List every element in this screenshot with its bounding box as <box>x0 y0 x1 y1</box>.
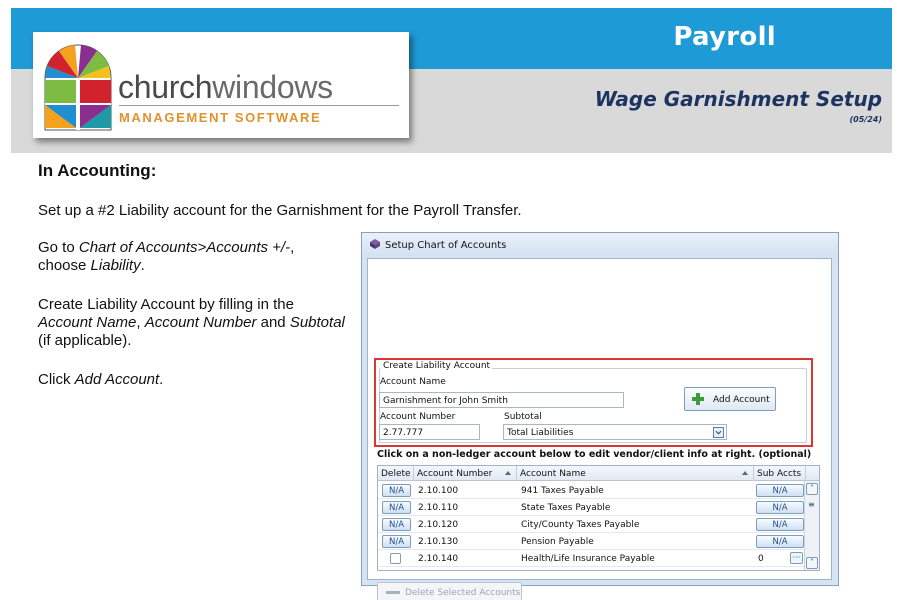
subtotal-value: Total Liabilities <box>507 428 574 438</box>
sort-ascending-icon <box>505 471 511 475</box>
step-go-to-chart: Go to Chart of Accounts>Accounts +/-, cho… <box>38 239 295 274</box>
add-account-button[interactable]: Add Account <box>684 387 776 411</box>
account-number-cell: 2.10.130 <box>418 537 459 547</box>
account-number-cell: 2.10.140 <box>418 554 459 564</box>
step-create-account: Create Liability Account by filling in t… <box>38 296 345 349</box>
account-number-input[interactable]: 2.77.777 <box>379 424 480 440</box>
account-name-cell: Pension Payable <box>521 537 594 547</box>
column-header-delete[interactable]: Delete <box>378 466 414 481</box>
subtotal-select[interactable]: Total Liabilities <box>503 424 727 440</box>
logo-wordmark: churchwindows <box>118 69 333 105</box>
delete-na-button[interactable]: N/A <box>382 484 411 497</box>
document-title: Wage Garnishment Setup <box>594 87 882 111</box>
header-banner: Payroll Wage Garnishment Setup (05/24) c… <box>11 8 892 153</box>
dialog-title: Setup Chart of Accounts <box>385 240 507 251</box>
accounts-book-icon <box>370 239 380 249</box>
column-header-account-number[interactable]: Account Number <box>414 466 517 481</box>
scroll-down-icon[interactable]: ˅ <box>806 557 818 569</box>
sub-accts-na-button[interactable]: N/A <box>756 518 804 531</box>
document-date: (05/24) <box>849 115 883 124</box>
sub-accts-na-button[interactable]: N/A <box>756 535 804 548</box>
account-number-cell: 2.10.120 <box>418 520 459 530</box>
scroll-thumb-grip[interactable]: ≡ <box>808 500 815 509</box>
sub-accts-count-cell: 0 <box>758 554 764 564</box>
account-name-input[interactable]: Garnishment for John Smith <box>379 392 624 408</box>
grid-scrollbar[interactable]: ˄ ≡ ˅ <box>804 481 819 570</box>
account-number-label: Account Number <box>380 412 456 422</box>
setup-chart-of-accounts-dialog: Setup Chart of Accounts Create Liability… <box>361 232 839 600</box>
grid-instruction: Click on a non-ledger account below to e… <box>377 449 812 460</box>
delete-checkbox[interactable] <box>390 553 401 564</box>
delete-selected-accounts-label: Delete Selected Accounts <box>405 588 521 598</box>
ellipsis-icon[interactable]: ··· <box>790 552 803 564</box>
churchwindows-logo: churchwindows MANAGEMENT SOFTWARE <box>33 32 409 138</box>
delete-na-button[interactable]: N/A <box>382 518 411 531</box>
column-header-sub-accts[interactable]: Sub Accts <box>754 466 806 481</box>
column-header-account-number-label: Account Number <box>417 469 493 479</box>
logo-divider <box>119 105 399 106</box>
stained-glass-window-icon <box>44 44 112 131</box>
column-header-account-name-label: Account Name <box>520 469 586 479</box>
plus-icon <box>692 393 704 405</box>
step-click-add: Click Add Account. <box>38 371 164 388</box>
account-number-cell: 2.10.100 <box>418 486 459 496</box>
dialog-content: Create Liability Account Account Name Ga… <box>367 258 832 600</box>
table-row[interactable]: N/A 2.10.100 941 Taxes Payable N/A <box>378 482 804 499</box>
table-row[interactable]: N/A 2.10.120 City/County Taxes Payable N… <box>378 516 804 533</box>
account-name-cell: 941 Taxes Payable <box>521 486 604 496</box>
group-title: Create Liability Account <box>381 361 493 371</box>
table-row[interactable]: N/A 2.10.130 Pension Payable N/A <box>378 533 804 550</box>
account-name-cell: City/County Taxes Payable <box>521 520 640 530</box>
delete-na-button[interactable]: N/A <box>382 501 411 514</box>
column-header-account-name[interactable]: Account Name <box>517 466 754 481</box>
section-heading: In Accounting: <box>38 161 157 180</box>
dialog-titlebar[interactable]: Setup Chart of Accounts <box>362 233 838 257</box>
section-title: Payroll <box>673 22 776 52</box>
sub-accts-na-button[interactable]: N/A <box>756 484 804 497</box>
table-row[interactable]: 2.10.140 Health/Life Insurance Payable 0… <box>378 550 804 567</box>
accounts-grid: Delete Account Number Account Name Sub A… <box>377 465 820 571</box>
account-number-cell: 2.10.110 <box>418 503 459 513</box>
scroll-up-icon[interactable]: ˄ <box>806 483 818 495</box>
sort-ascending-icon <box>742 471 748 475</box>
intro-text: Set up a #2 Liability account for the Ga… <box>38 202 522 219</box>
grid-header: Delete Account Number Account Name Sub A… <box>378 466 819 481</box>
add-account-label: Add Account <box>713 395 770 405</box>
delete-na-button[interactable]: N/A <box>382 535 411 548</box>
logo-tagline: MANAGEMENT SOFTWARE <box>119 110 322 125</box>
account-name-label: Account Name <box>380 377 446 387</box>
delete-selected-accounts-button[interactable]: Delete Selected Accounts <box>377 582 522 600</box>
account-name-cell: State Taxes Payable <box>521 503 611 513</box>
minus-icon <box>386 591 400 594</box>
account-name-cell: Health/Life Insurance Payable <box>521 554 655 564</box>
subtotal-label: Subtotal <box>504 412 542 422</box>
table-row[interactable]: N/A 2.10.110 State Taxes Payable N/A <box>378 499 804 516</box>
chevron-down-icon[interactable] <box>713 427 724 438</box>
sub-accts-na-button[interactable]: N/A <box>756 501 804 514</box>
